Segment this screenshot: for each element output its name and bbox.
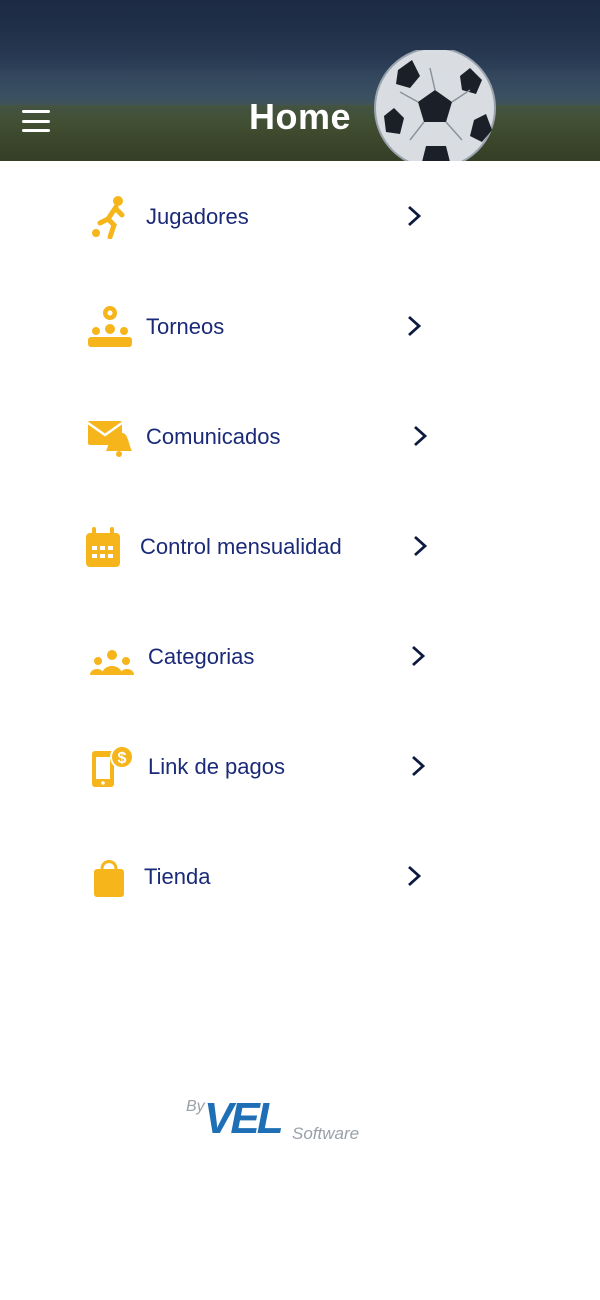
- menu-item-label: Link de pagos: [148, 754, 285, 779]
- tournament-group-icon: [88, 306, 132, 347]
- player-kick-icon: [92, 196, 125, 239]
- menu-item-label: Comunicados: [146, 424, 281, 449]
- calendar-icon: [86, 527, 120, 567]
- menu-item-label: Torneos: [146, 314, 225, 339]
- chevron-right-icon: [412, 755, 426, 777]
- logo-suffix-text: Software: [292, 1124, 360, 1143]
- menu-item-label: Jugadores: [146, 204, 249, 229]
- menu-item-torneos[interactable]: Torneos: [0, 296, 600, 356]
- vel-software-logo: By VEL Software: [182, 1094, 362, 1150]
- page-title: Home: [248, 96, 352, 137]
- logo-by-text: By: [186, 1098, 205, 1115]
- header-banner: Home: [0, 0, 600, 161]
- menu-item-label: Tienda: [144, 864, 211, 889]
- menu-item-link-de-pagos[interactable]: $ Link de pagos: [0, 736, 600, 796]
- phone-payment-icon: $: [92, 745, 134, 787]
- menu-item-categorias[interactable]: Categorias: [0, 626, 600, 686]
- logo-brand-text: VEL: [204, 1094, 284, 1143]
- menu-item-label: Categorias: [148, 644, 255, 669]
- menu-item-control-mensualidad[interactable]: Control mensualidad: [0, 516, 600, 576]
- menu-item-tienda[interactable]: Tienda: [0, 846, 600, 906]
- chevron-right-icon: [412, 645, 426, 667]
- group-users-icon: [90, 650, 134, 675]
- menu-item-comunicados[interactable]: Comunicados: [0, 406, 600, 466]
- chevron-right-icon: [414, 425, 428, 447]
- shopping-bag-icon: [94, 860, 124, 897]
- envelope-bell-icon: [88, 421, 132, 457]
- svg-text:$: $: [118, 750, 127, 767]
- chevron-right-icon: [414, 535, 428, 557]
- chevron-right-icon: [408, 315, 422, 337]
- chevron-right-icon: [408, 865, 422, 887]
- header-background-blur: [0, 0, 600, 70]
- menu-item-label: Control mensualidad: [140, 534, 342, 559]
- menu-item-jugadores[interactable]: Jugadores: [0, 186, 600, 246]
- chevron-right-icon: [408, 205, 422, 227]
